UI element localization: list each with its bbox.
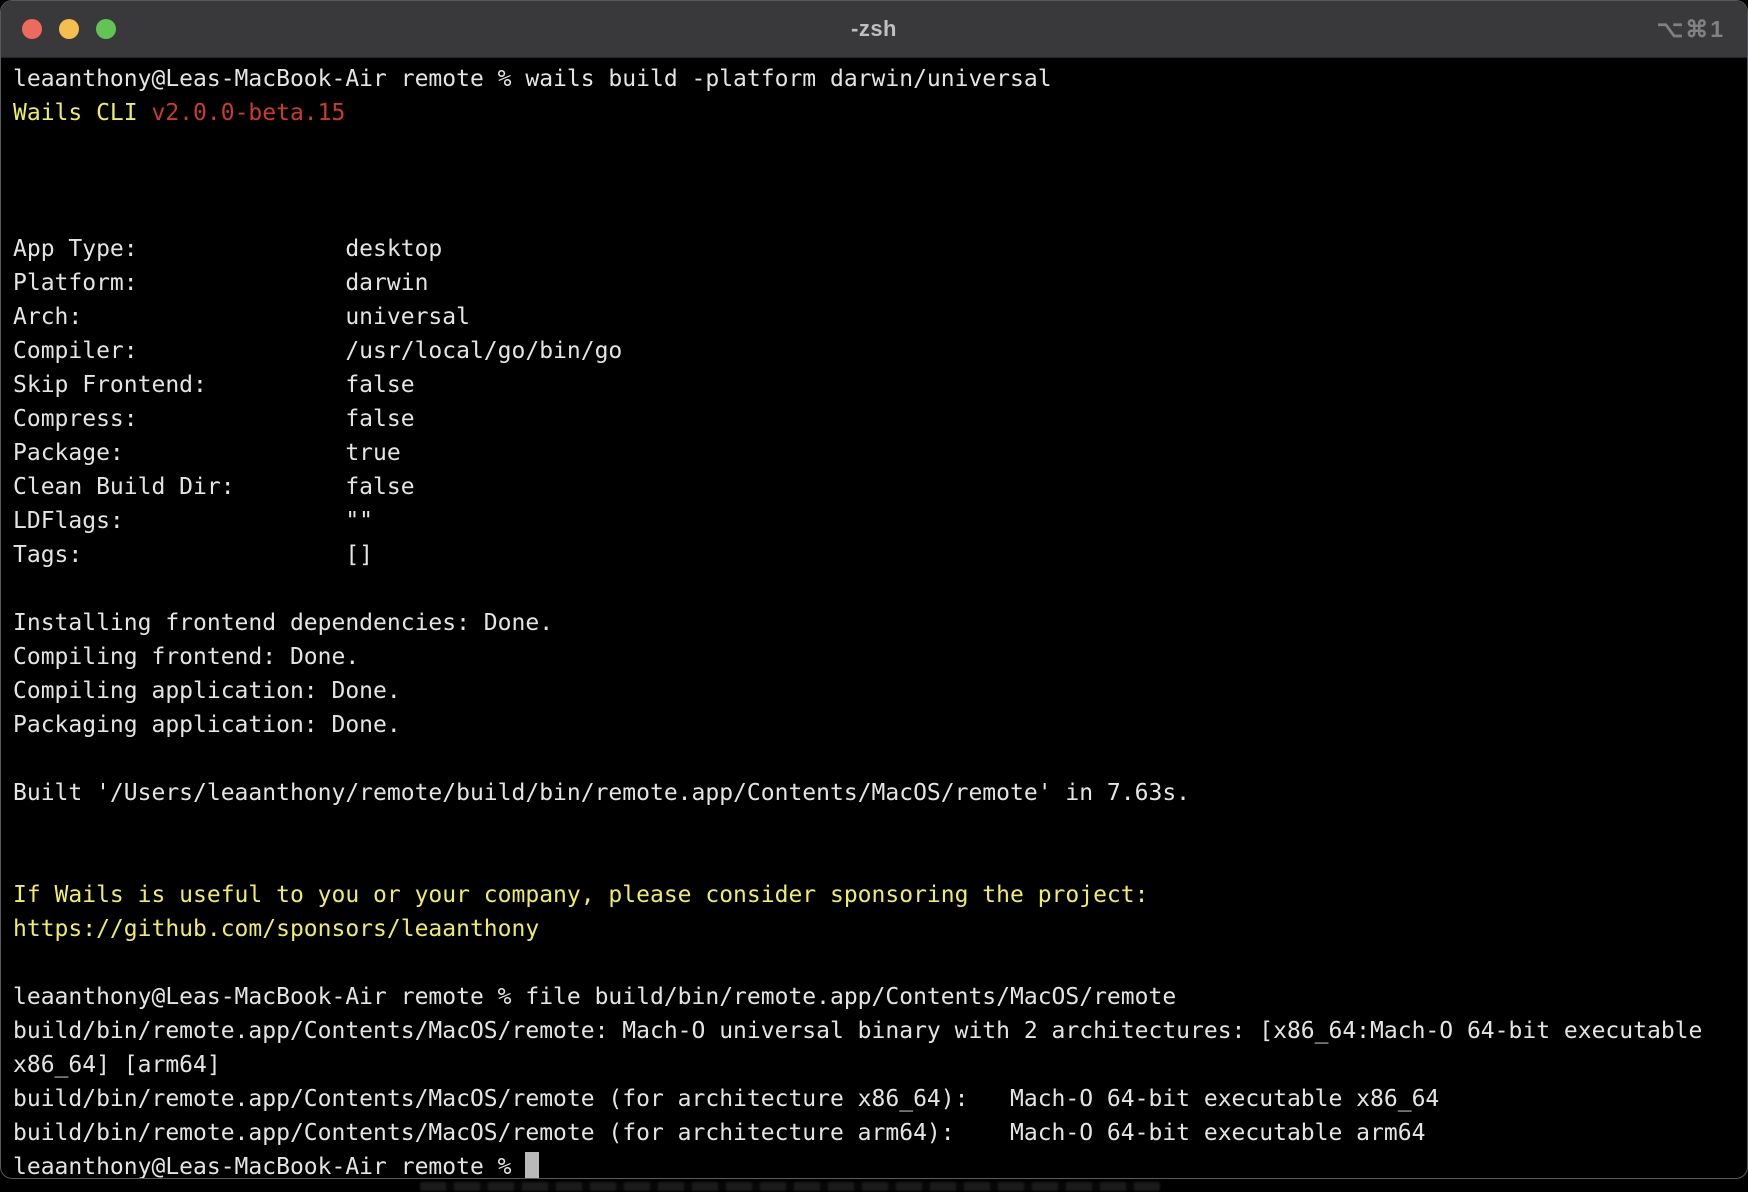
terminal-line: build/bin/remote.app/Contents/MacOS/remo…: [13, 1014, 1747, 1048]
screenshot-root: -zsh ⌥⌘1 leaanthony@Leas-MacBook-Air rem…: [0, 0, 1748, 1192]
terminal-line: [13, 844, 1747, 878]
window-shortcut-badge: ⌥⌘1: [1657, 1, 1725, 57]
terminal-line: [13, 164, 1747, 198]
terminal-text-segment: Compiling application: Done.: [13, 678, 401, 704]
terminal-text-segment: x86_64] [arm64]: [13, 1052, 221, 1078]
terminal-line: leaanthony@Leas-MacBook-Air remote % wai…: [13, 62, 1747, 96]
terminal-line: App Type: desktop: [13, 232, 1747, 266]
terminal-text-segment: Built '/Users/leaanthony/remote/build/bi…: [13, 780, 1190, 806]
terminal-text-segment: Platform: darwin: [13, 270, 428, 296]
terminal-text-segment: leaanthony@Leas-MacBook-Air remote % wai…: [13, 66, 1052, 92]
terminal-line: Tags: []: [13, 538, 1747, 572]
terminal-line: [13, 572, 1747, 606]
terminal-line: Packaging application: Done.: [13, 708, 1747, 742]
terminal-text-segment: https://github.com/sponsors/leaanthony: [13, 916, 539, 942]
terminal-window: -zsh ⌥⌘1 leaanthony@Leas-MacBook-Air rem…: [0, 0, 1748, 1179]
terminal-text-segment: Arch: universal: [13, 304, 470, 330]
terminal-text-segment: Skip Frontend: false: [13, 372, 415, 398]
terminal-line: Built '/Users/leaanthony/remote/build/bi…: [13, 776, 1747, 810]
terminal-text-segment: build/bin/remote.app/Contents/MacOS/remo…: [13, 1120, 1425, 1146]
terminal-line: Platform: darwin: [13, 266, 1747, 300]
terminal-line: Compress: false: [13, 402, 1747, 436]
terminal-text-segment: Installing frontend dependencies: Done.: [13, 610, 553, 636]
window-titlebar[interactable]: -zsh ⌥⌘1: [1, 1, 1747, 58]
terminal-text-segment: Compiling frontend: Done.: [13, 644, 359, 670]
terminal-line: Installing frontend dependencies: Done.: [13, 606, 1747, 640]
terminal-line: Arch: universal: [13, 300, 1747, 334]
terminal-text-segment: Packaging application: Done.: [13, 712, 401, 738]
terminal-line: Package: true: [13, 436, 1747, 470]
terminal-output-area[interactable]: leaanthony@Leas-MacBook-Air remote % wai…: [1, 58, 1747, 1179]
terminal-line: [13, 946, 1747, 980]
terminal-line: Compiler: /usr/local/go/bin/go: [13, 334, 1747, 368]
terminal-line: [13, 810, 1747, 844]
terminal-line: https://github.com/sponsors/leaanthony: [13, 912, 1747, 946]
terminal-line: Wails CLI v2.0.0-beta.15: [13, 96, 1747, 130]
terminal-text-segment: If Wails is useful to you or your compan…: [13, 882, 1148, 908]
terminal-line: build/bin/remote.app/Contents/MacOS/remo…: [13, 1082, 1747, 1116]
background-window-remnant: [420, 1182, 1160, 1191]
terminal-line: build/bin/remote.app/Contents/MacOS/remo…: [13, 1116, 1747, 1150]
terminal-text-segment: App Type: desktop: [13, 236, 442, 262]
zoom-button[interactable]: [96, 19, 116, 39]
minimize-button[interactable]: [59, 19, 79, 39]
terminal-text-segment: Wails CLI: [13, 100, 151, 126]
traffic-lights: [22, 1, 116, 57]
terminal-line: [13, 130, 1747, 164]
terminal-line: leaanthony@Leas-MacBook-Air remote % fil…: [13, 980, 1747, 1014]
terminal-line: [13, 742, 1747, 776]
terminal-line: LDFlags: "": [13, 504, 1747, 538]
terminal-text-segment: build/bin/remote.app/Contents/MacOS/remo…: [13, 1086, 1439, 1112]
terminal-line: x86_64] [arm64]: [13, 1048, 1747, 1082]
terminal-line: Compiling frontend: Done.: [13, 640, 1747, 674]
terminal-text-segment: leaanthony@Leas-MacBook-Air remote %: [13, 1154, 525, 1179]
terminal-text-segment: Package: true: [13, 440, 401, 466]
window-title: -zsh: [1, 16, 1747, 42]
terminal-line: If Wails is useful to you or your compan…: [13, 878, 1747, 912]
terminal-text-segment: build/bin/remote.app/Contents/MacOS/remo…: [13, 1018, 1702, 1044]
terminal-line: leaanthony@Leas-MacBook-Air remote %: [13, 1150, 1747, 1179]
terminal-text-segment: Compiler: /usr/local/go/bin/go: [13, 338, 622, 364]
terminal-text-segment: LDFlags: "": [13, 508, 373, 534]
terminal-text-segment: Compress: false: [13, 406, 415, 432]
terminal-line: [13, 198, 1747, 232]
terminal-cursor: [525, 1152, 539, 1179]
terminal-text-segment: v2.0.0-beta.15: [151, 100, 345, 126]
terminal-line: Clean Build Dir: false: [13, 470, 1747, 504]
terminal-text-segment: Tags: []: [13, 542, 373, 568]
terminal-line: Compiling application: Done.: [13, 674, 1747, 708]
terminal-text-segment: leaanthony@Leas-MacBook-Air remote % fil…: [13, 984, 1176, 1010]
terminal-line: Skip Frontend: false: [13, 368, 1747, 402]
close-button[interactable]: [22, 19, 42, 39]
terminal-text-segment: Clean Build Dir: false: [13, 474, 415, 500]
